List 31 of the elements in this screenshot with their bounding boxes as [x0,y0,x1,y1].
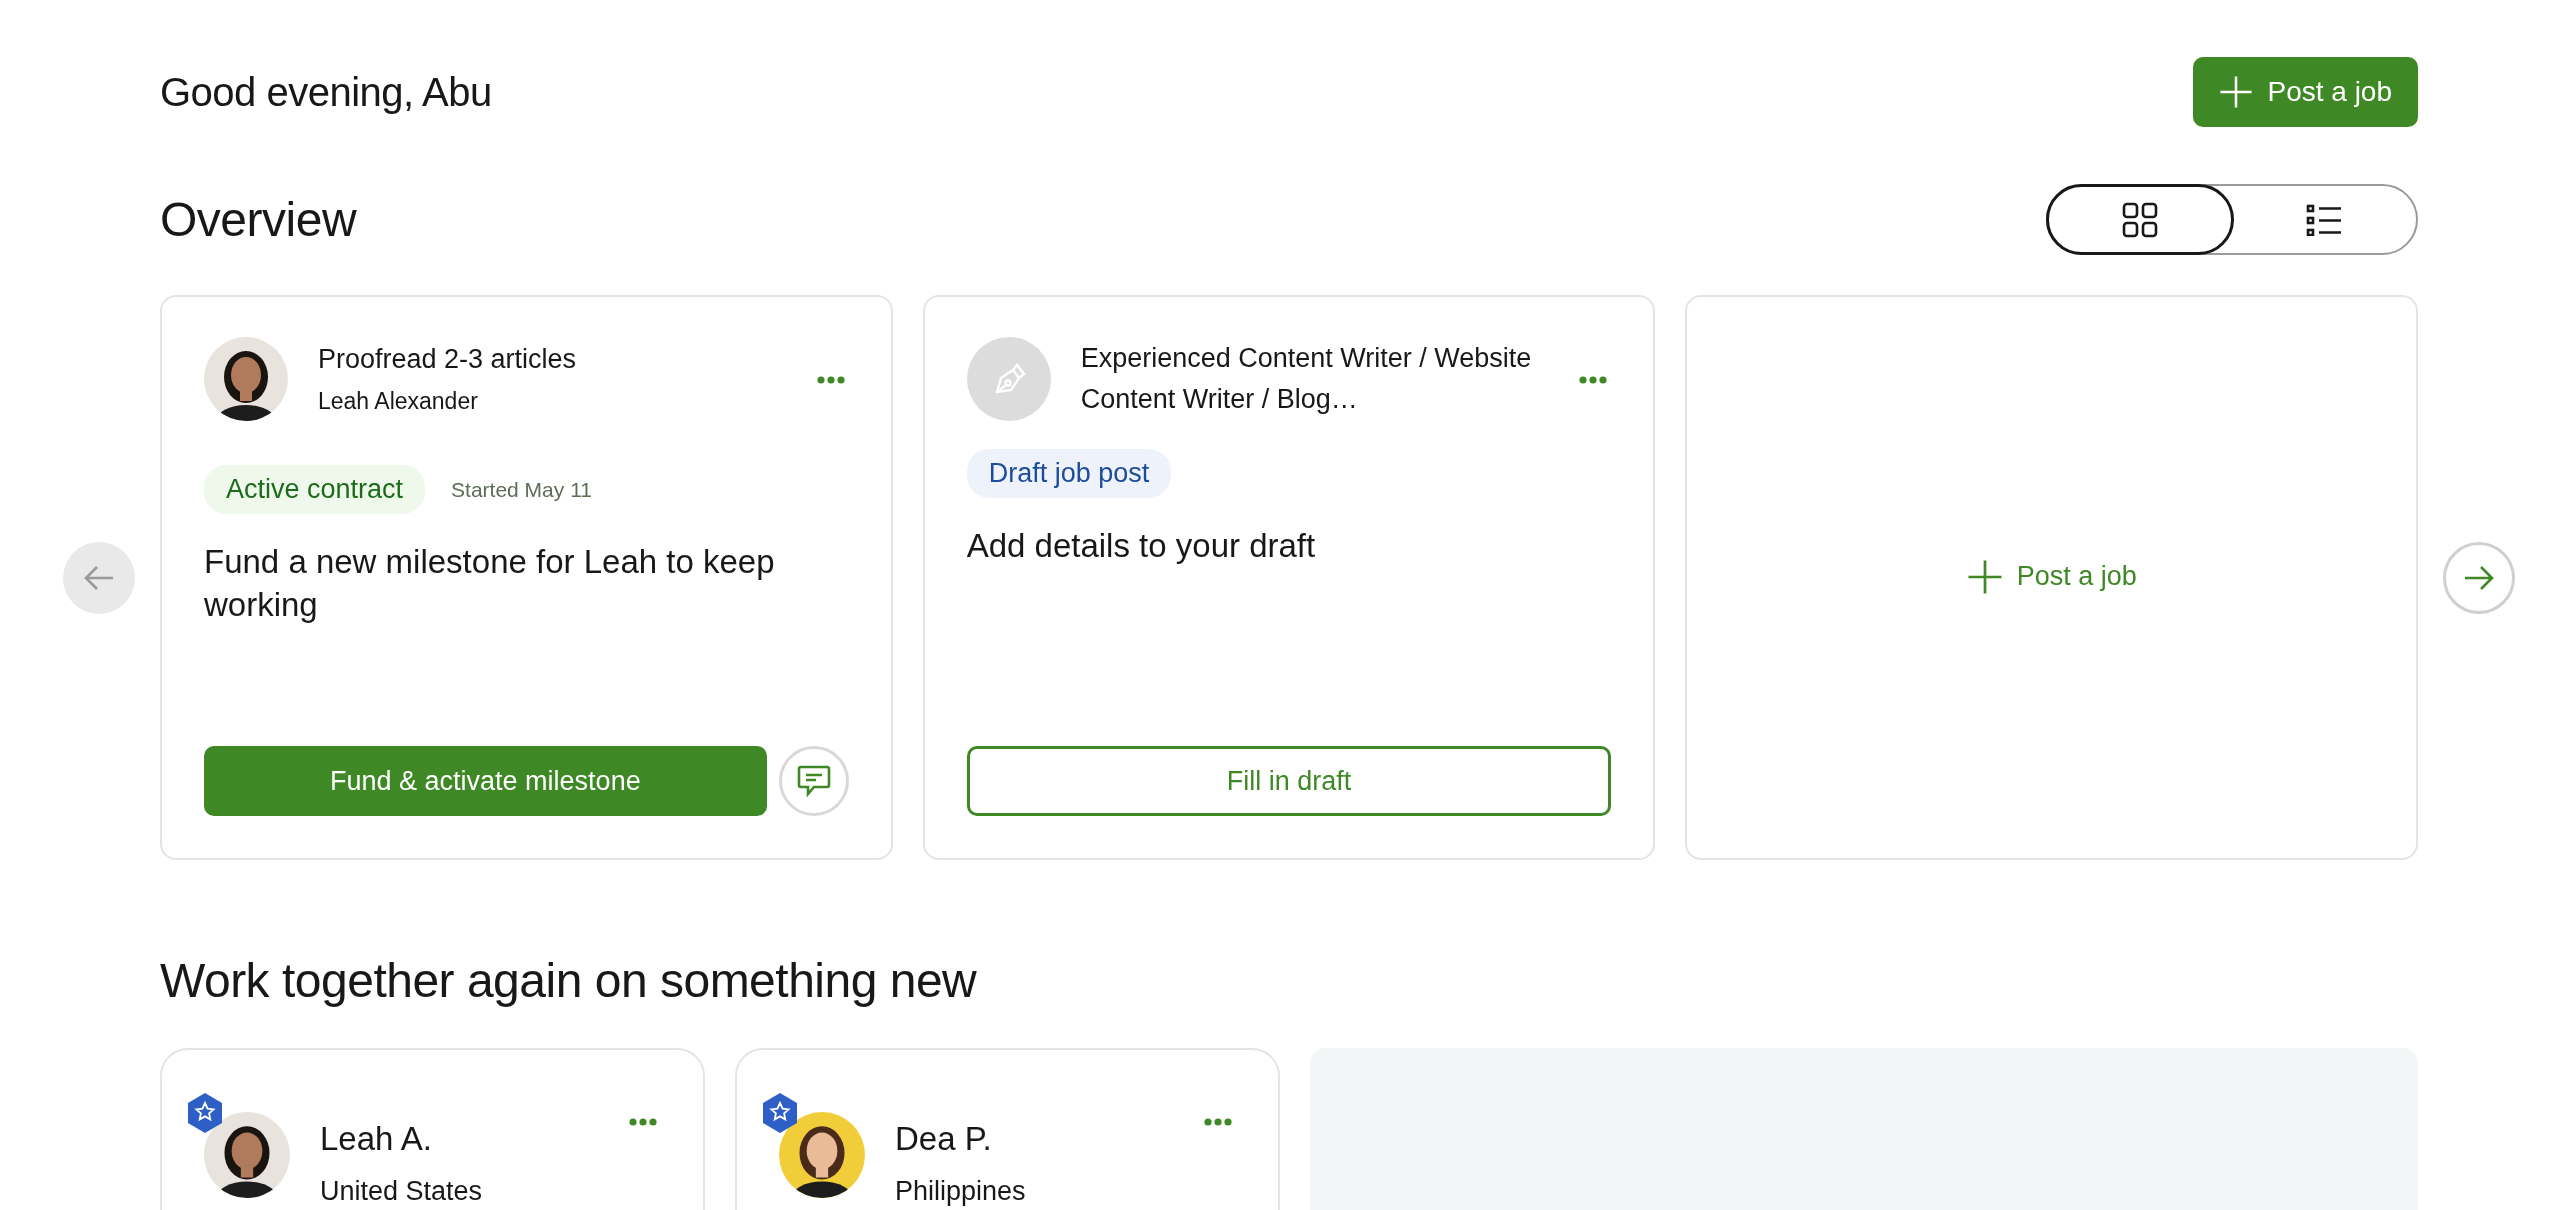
section-title: Overview [160,191,357,248]
more-icon [1204,1118,1232,1127]
list-icon [2306,203,2342,236]
status-tag: Draft job post [966,449,1172,498]
more-icon [816,375,845,384]
star-badge-icon [761,1091,799,1134]
start-date: Started May 11 [451,476,592,503]
freelancer-name: Dea P. [895,1118,993,1159]
chat-icon [795,763,832,799]
card-message: Fund a new milestone for Leah to keep working [204,541,776,625]
freelancer-location: United States [320,1175,484,1209]
freelancer-location: Philippines [895,1175,1027,1209]
freelancer-name: Leah Alexander [318,387,479,417]
fund-milestone-button[interactable]: Fund & activate milestone [204,746,767,816]
more-icon [629,1118,657,1127]
plus-icon [1966,558,2003,595]
grid-view-button[interactable] [2046,184,2234,255]
post-job-button[interactable]: Post a job [2193,57,2418,127]
job-title: Experienced Content Writer / Website Content Writer / Blog… [1080,342,1533,416]
post-job-link[interactable]: Post a job [1960,555,2143,598]
job-title: Proofread 2-3 articles [318,343,578,377]
more-icon [1579,375,1608,384]
status-tag: Active contract [204,465,426,514]
fill-draft-button[interactable]: Fill in draft [966,746,1612,816]
plus-icon [2219,75,2254,109]
freelancer-name: Leah A. [320,1118,433,1159]
section-title: Work together again on something new [160,953,978,1009]
greeting: Good evening, Abu [160,69,492,116]
card-message: Add details to your draft [966,525,1317,566]
star-badge-icon [186,1091,224,1134]
grid-icon [2122,201,2158,238]
